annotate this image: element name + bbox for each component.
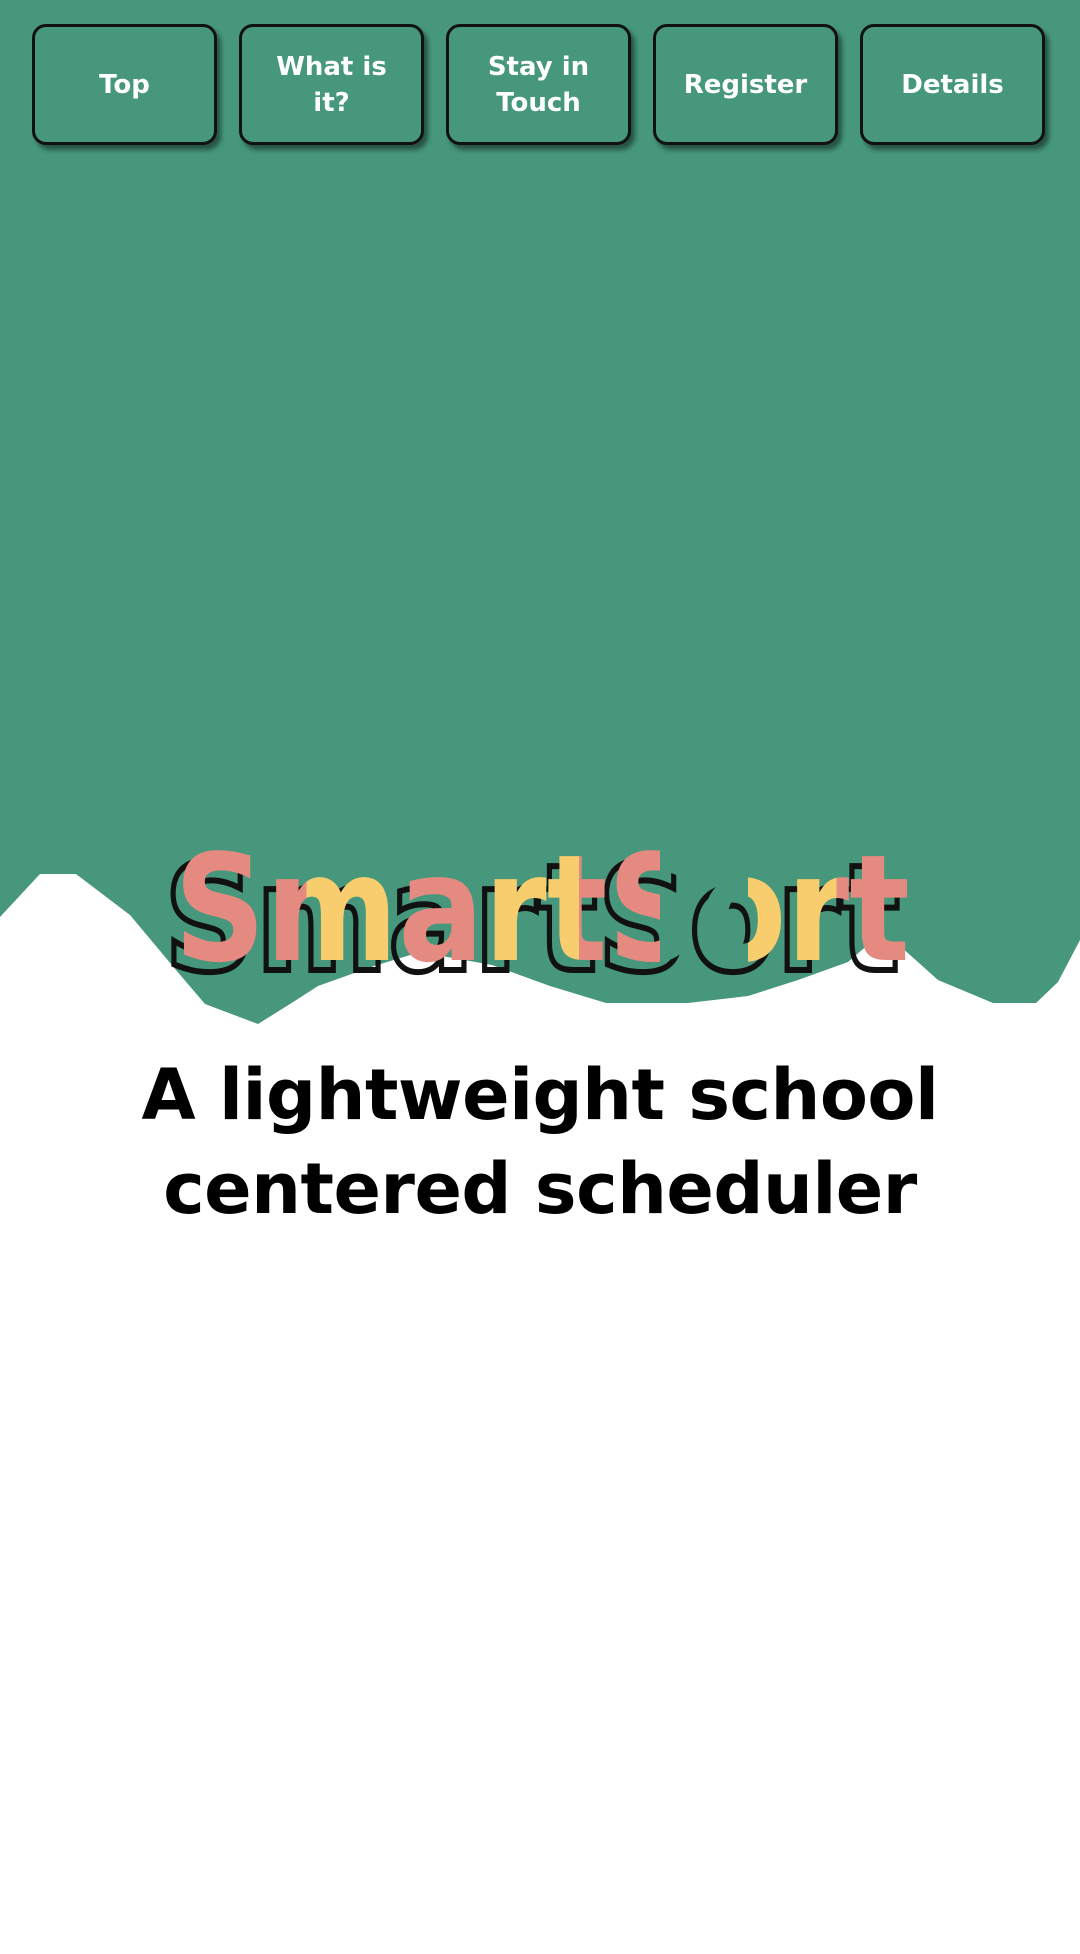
nav-details-label: Details [901, 69, 1004, 100]
nav-register-label: Register [683, 69, 808, 100]
brand-name-text: SmartSort [174, 823, 910, 995]
nav-register-button[interactable]: Register [653, 24, 838, 145]
hero-section: Top What is it? Stay in Touch Register D… [0, 0, 1080, 1030]
nav-what-is-it-label: What is it? [276, 51, 387, 118]
hero-tagline: A lightweight school centered scheduler [141, 1054, 939, 1230]
brand-wordmark: SmartSort SmartSort [161, 823, 910, 1008]
nav-stay-in-touch-label: Stay in Touch [487, 51, 590, 118]
nav-details-button[interactable]: Details [860, 24, 1045, 145]
nav-what-is-it-button[interactable]: What is it? [239, 24, 424, 145]
nav-top-button[interactable]: Top [32, 24, 217, 145]
brand-logo: SmartSort SmartSort [160, 823, 920, 1008]
nav-stay-in-touch-button[interactable]: Stay in Touch [446, 24, 631, 145]
top-navigation: Top What is it? Stay in Touch Register D… [0, 0, 1080, 160]
nav-top-label: Top [99, 69, 150, 100]
